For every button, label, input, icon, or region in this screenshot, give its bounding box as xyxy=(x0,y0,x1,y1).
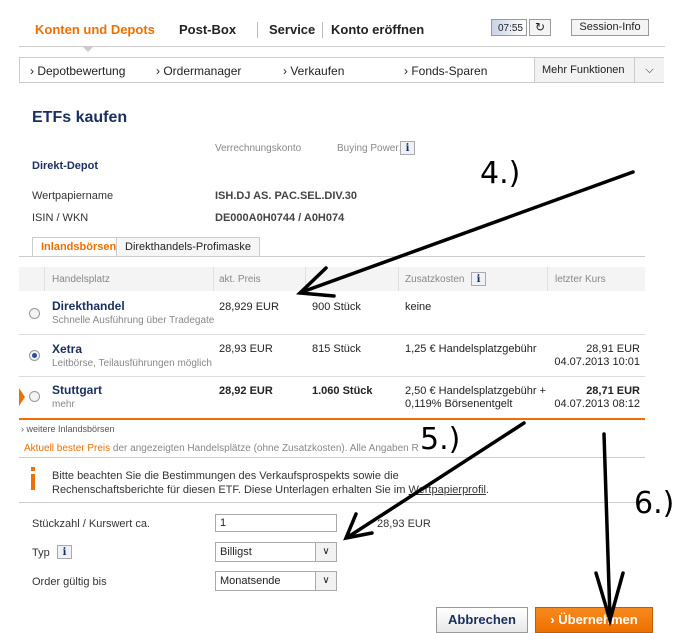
col-separator xyxy=(398,267,399,291)
chevron-down-icon[interactable]: ∨ xyxy=(315,543,336,561)
table-row xyxy=(19,291,645,335)
notice-line-2: Rechenschaftsberichte für diesen ETF. Di… xyxy=(52,484,489,496)
info-icon[interactable]: i xyxy=(400,141,415,155)
wertpapiername-label: Wertpapiername xyxy=(32,190,114,202)
subnav-fonds-sparen[interactable]: › Fonds-Sparen xyxy=(404,64,487,78)
cancel-button[interactable]: Abbrechen xyxy=(436,607,528,633)
more-functions-button[interactable]: Mehr Funktionen xyxy=(534,58,634,82)
session-timer: 07:55 xyxy=(491,19,527,36)
tab-divider xyxy=(19,256,645,257)
col-akt-preis: akt. Preis xyxy=(219,274,261,285)
info-notice-icon xyxy=(28,467,38,491)
radio-stuttgart[interactable] xyxy=(29,391,40,402)
row-more-link[interactable]: mehr xyxy=(52,399,75,410)
nav-service[interactable]: Service xyxy=(269,22,315,37)
isin-wkn-label: ISIN / WKN xyxy=(32,212,89,224)
page-title: ETFs kaufen xyxy=(32,109,128,126)
row-quantity: 1.060 Stück xyxy=(312,385,373,397)
valid-until-label: Order gültig bis xyxy=(32,576,107,588)
row-last-price: 28,91 EUR xyxy=(586,343,640,355)
row-name: Direkthandel xyxy=(52,299,125,313)
row-quantity: 900 Stück xyxy=(312,301,361,313)
isin-wkn-value: DE000A0H0744 / A0H074 xyxy=(215,212,345,224)
annotation-step-6: 6.) xyxy=(634,486,675,521)
subnav-ordermanager[interactable]: › Ordermanager xyxy=(156,64,241,78)
selection-marker xyxy=(19,388,25,406)
nav-separator xyxy=(322,22,323,38)
row-price: 28,93 EUR xyxy=(219,343,273,355)
row-cost: 1,25 € Handelsplatzgebühr xyxy=(405,343,537,355)
row-price: 28,92 EUR xyxy=(219,385,273,397)
more-exchanges-link[interactable]: › weitere Inlandsbörsen xyxy=(21,424,115,434)
reload-icon[interactable]: ↻ xyxy=(529,19,551,36)
typ-label: Typ xyxy=(32,547,50,559)
submit-button[interactable]: › Übernehmen xyxy=(535,607,653,633)
annotation-step-5: 5.) xyxy=(420,422,461,457)
nav-post-box[interactable]: Post-Box xyxy=(179,22,236,37)
sub-navigation: › Depotbewertung › Ordermanager › Verkau… xyxy=(19,57,664,83)
info-icon[interactable]: i xyxy=(57,545,72,559)
nav-konto-eroeffnen[interactable]: Konto eröffnen xyxy=(331,22,424,37)
best-price-highlight: Aktuell bester Preis xyxy=(24,443,111,454)
radio-xetra[interactable] xyxy=(29,350,40,361)
depot-name: Direkt-Depot xyxy=(32,160,99,172)
table-header xyxy=(19,267,645,291)
buying-power-label: Buying Power xyxy=(337,143,399,154)
col-letzter-kurs: letzter Kurs xyxy=(555,274,606,285)
col-separator xyxy=(44,267,45,291)
table-bottom-bar xyxy=(19,418,645,420)
table-row xyxy=(19,376,645,418)
row-price: 28,929 EUR xyxy=(219,301,279,313)
col-separator xyxy=(547,267,548,291)
col-separator xyxy=(305,267,306,291)
top-navigation: Konten und Depots Post-Box Service Konto… xyxy=(19,14,665,47)
row-quantity: 815 Stück xyxy=(312,343,361,355)
row-cost-extra: 0,119% Börsenentgelt xyxy=(405,398,513,410)
quantity-input[interactable]: 1 xyxy=(215,514,337,532)
row-last-price: 28,71 EUR xyxy=(586,385,640,397)
valid-until-select[interactable]: Monatsende ∨ xyxy=(215,571,337,591)
table-row xyxy=(19,334,645,377)
order-type-value: Billigst xyxy=(220,546,252,558)
arrow-head-step-5 xyxy=(343,512,374,541)
row-name: Stuttgart xyxy=(52,383,102,397)
footnote-text: der angezeigten Handelsplätze (ohne Zusa… xyxy=(110,443,419,454)
active-nav-caret xyxy=(82,46,94,52)
row-last-date: 04.07.2013 08:12 xyxy=(554,398,640,410)
session-info-button[interactable]: Session-Info xyxy=(571,19,649,36)
nav-konten-und-depots[interactable]: Konten und Depots xyxy=(35,22,155,37)
subnav-depotbewertung[interactable]: › Depotbewertung xyxy=(30,64,125,78)
row-cost: 2,50 € Handelsplatzgebühr + xyxy=(405,385,546,397)
order-type-select[interactable]: Billigst ∨ xyxy=(215,542,337,562)
row-last-date: 04.07.2013 10:01 xyxy=(554,356,640,368)
wertpapiername-value: ISH.DJ AS. PAC.SEL.DIV.30 xyxy=(215,190,358,202)
tab-direkthandels-profimaske[interactable]: Direkthandels-Profimaske xyxy=(116,237,260,256)
notice-text-end: . xyxy=(485,484,489,496)
row-subtitle: Leitbörse, Teilausführungen möglich xyxy=(52,358,212,369)
notice-line-1: Bitte beachten Sie die Bestimmungen des … xyxy=(52,470,399,482)
col-zusatzkosten: Zusatzkosten xyxy=(405,274,465,285)
col-separator xyxy=(213,267,214,291)
wertpapierprofil-link[interactable]: Wertpapierprofil xyxy=(408,484,485,496)
quantity-label: Stückzahl / Kurswert ca. xyxy=(32,518,150,530)
radio-direkthandel[interactable] xyxy=(29,308,40,319)
row-name: Xetra xyxy=(52,342,83,356)
row-cost: keine xyxy=(405,301,432,313)
chevron-down-icon[interactable]: ∨ xyxy=(315,572,336,590)
chevron-down-icon[interactable]: ⌵ xyxy=(634,58,664,82)
col-handelsplatz: Handelsplatz xyxy=(52,274,110,285)
subnav-verkaufen[interactable]: › Verkaufen xyxy=(283,64,344,78)
best-price-footnote: Aktuell bester Preis der angezeigten Han… xyxy=(24,443,419,454)
quantity-total: 28,93 EUR xyxy=(377,518,431,530)
info-icon[interactable]: i xyxy=(471,272,486,286)
nav-separator xyxy=(257,22,258,38)
row-subtitle: Schnelle Ausführung über Tradegate xyxy=(52,315,215,326)
verrechnungskonto-label: Verrechnungskonto xyxy=(215,143,302,154)
annotation-step-4: 4.) xyxy=(480,156,521,191)
valid-until-value: Monatsende xyxy=(220,575,281,587)
tab-inlandsboersen[interactable]: Inlandsbörsen xyxy=(32,237,126,257)
notice-text: Rechenschaftsberichte für diesen ETF. Di… xyxy=(52,484,409,496)
